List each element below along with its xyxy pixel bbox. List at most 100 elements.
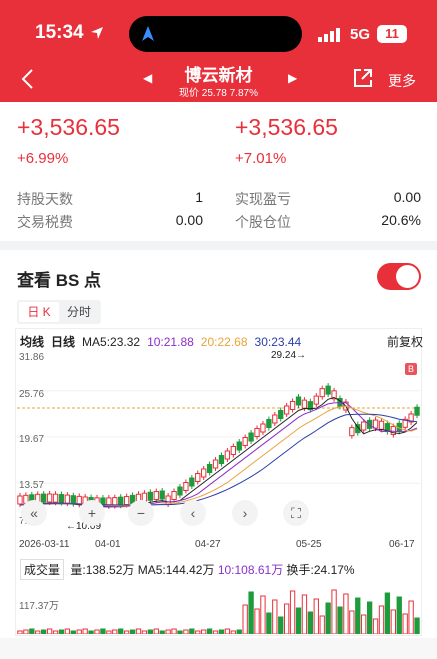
volume-bar bbox=[171, 628, 177, 634]
volume-bar bbox=[46, 628, 53, 634]
volume-bar bbox=[17, 630, 23, 634]
more-button[interactable]: 更多 bbox=[388, 71, 416, 91]
candle bbox=[118, 496, 124, 506]
volume-bar bbox=[153, 628, 159, 634]
volume-bar bbox=[361, 614, 367, 634]
candle bbox=[46, 493, 53, 503]
candle bbox=[260, 423, 266, 433]
candle bbox=[325, 385, 331, 395]
volume-bar bbox=[384, 592, 391, 634]
volume-bar bbox=[260, 595, 266, 634]
fast-backward-button[interactable]: « bbox=[21, 500, 47, 526]
volume-bar bbox=[319, 615, 325, 634]
volume-bar bbox=[283, 603, 290, 634]
candle bbox=[289, 401, 296, 410]
candle bbox=[278, 410, 284, 419]
volume-bar bbox=[343, 593, 349, 634]
scroll-left-button[interactable]: ‹ bbox=[180, 500, 206, 526]
candle bbox=[319, 388, 325, 398]
chart-period[interactable]: 日线 bbox=[51, 335, 75, 349]
holding-profit-amount: +3,536.65 bbox=[17, 114, 120, 140]
candle bbox=[64, 494, 71, 504]
volume-bar bbox=[355, 597, 361, 634]
volume-bar bbox=[183, 629, 189, 634]
volume-bar bbox=[129, 629, 136, 634]
volume-bar bbox=[58, 629, 65, 634]
volume-bar bbox=[349, 610, 355, 634]
volume-bar bbox=[366, 601, 373, 634]
volume-chart bbox=[17, 589, 420, 634]
volume-bar bbox=[201, 629, 207, 634]
hold-days-value: 1 bbox=[195, 189, 203, 205]
candle bbox=[17, 495, 23, 505]
zoom-out-button[interactable]: − bbox=[128, 500, 154, 526]
navigation-icon bbox=[142, 26, 154, 41]
bs-toggle[interactable] bbox=[377, 263, 421, 290]
today-profit-pct: +7.01% bbox=[235, 150, 287, 167]
candle bbox=[70, 495, 76, 505]
candle bbox=[236, 441, 242, 451]
ma20-value: 20:22.68 bbox=[200, 335, 248, 349]
date-tick: 06-17 bbox=[389, 539, 415, 550]
volume-bar bbox=[112, 629, 118, 634]
tab-intraday[interactable]: 分时 bbox=[59, 302, 99, 322]
candle bbox=[254, 428, 260, 437]
volume-bar bbox=[29, 628, 35, 634]
volume-bar bbox=[278, 616, 284, 634]
buy-marker[interactable]: B bbox=[405, 363, 417, 375]
candle bbox=[218, 455, 225, 464]
volume-bar bbox=[236, 629, 242, 634]
candle bbox=[212, 459, 219, 469]
tab-daily-k[interactable]: 日 K bbox=[19, 302, 59, 322]
cellular-signal-icon bbox=[318, 28, 340, 42]
candle bbox=[272, 414, 278, 424]
volume-bar bbox=[147, 629, 154, 634]
candle bbox=[76, 495, 82, 505]
volume-bar bbox=[159, 630, 165, 634]
fullscreen-icon[interactable]: ⛶ bbox=[283, 500, 309, 526]
volume-bar bbox=[402, 613, 408, 634]
volume-bar bbox=[242, 604, 248, 634]
candle bbox=[349, 427, 355, 437]
volume-bar bbox=[106, 630, 112, 634]
candle bbox=[147, 491, 154, 501]
chart-tabs: 日 K 分时 bbox=[17, 300, 101, 324]
candle bbox=[283, 405, 290, 415]
candle bbox=[153, 491, 159, 501]
volume-bar bbox=[218, 629, 225, 634]
volume-bar bbox=[141, 630, 148, 634]
candle bbox=[195, 473, 201, 482]
price-tick: 13.57 bbox=[19, 480, 45, 491]
ma-legend: 均线 日线 MA5:23.32 10:21.88 20:22.68 30:23.44 bbox=[20, 333, 308, 350]
next-stock-button[interactable]: ▶ bbox=[288, 71, 297, 85]
ma10-value: 10:21.88 bbox=[147, 335, 194, 349]
bottom-section bbox=[0, 638, 437, 659]
candle bbox=[58, 494, 65, 504]
date-tick: 04-01 bbox=[95, 539, 121, 550]
volume-bar bbox=[295, 607, 302, 634]
adjust-mode[interactable]: 前复权 bbox=[387, 333, 423, 350]
candle bbox=[414, 406, 420, 416]
volume-bar bbox=[82, 628, 88, 634]
candle bbox=[123, 496, 130, 506]
candle bbox=[206, 464, 213, 473]
volume-bar bbox=[52, 630, 59, 634]
volume-bar bbox=[254, 608, 260, 634]
indicator-type[interactable]: 均线 bbox=[20, 335, 44, 349]
share-icon[interactable] bbox=[353, 68, 373, 88]
fees-label: 交易税费 bbox=[17, 214, 73, 230]
candle bbox=[248, 432, 254, 442]
volume-bar bbox=[414, 617, 420, 634]
date-tick: 04-27 bbox=[195, 539, 221, 550]
dynamic-island bbox=[129, 16, 302, 52]
candle bbox=[165, 495, 171, 505]
scroll-right-button[interactable]: › bbox=[232, 500, 258, 526]
section-divider bbox=[0, 241, 437, 250]
volume-bar bbox=[206, 628, 213, 634]
kline-chart[interactable] bbox=[17, 350, 420, 535]
zoom-in-button[interactable]: + bbox=[79, 500, 105, 526]
battery-indicator: 11 bbox=[377, 25, 407, 43]
volume-bar bbox=[64, 628, 71, 634]
volume-ma10: 10:108.61万 bbox=[217, 563, 284, 577]
candle bbox=[266, 419, 272, 428]
